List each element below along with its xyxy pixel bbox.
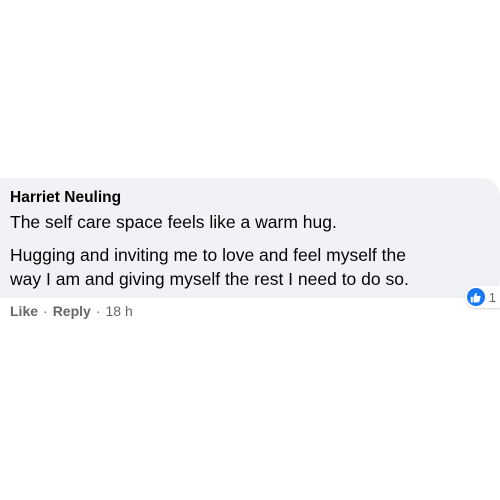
reply-button[interactable]: Reply — [53, 302, 91, 320]
thumbs-up-icon — [466, 288, 485, 306]
comment: Harriet Neuling The self care space feel… — [0, 178, 500, 320]
reaction-count: 1 — [488, 289, 496, 305]
separator: · — [43, 303, 48, 319]
comment-timestamp[interactable]: 18 h — [105, 302, 132, 320]
like-button[interactable]: Like — [10, 302, 38, 320]
comment-text-line-1: The self care space feels like a warm hu… — [10, 212, 337, 232]
comment-actions: Like · Reply · 18 h — [0, 302, 500, 320]
comment-text-line-2: Hugging and inviting me to love and feel… — [10, 245, 406, 265]
reaction-summary[interactable]: 1 — [464, 286, 500, 308]
separator: · — [95, 303, 101, 319]
comment-text-line-3: way I am and giving myself the rest I ne… — [10, 269, 409, 289]
comment-bubble: Harriet Neuling The self care space feel… — [0, 178, 500, 308]
comment-author[interactable]: Harriet Neuling — [10, 189, 488, 207]
